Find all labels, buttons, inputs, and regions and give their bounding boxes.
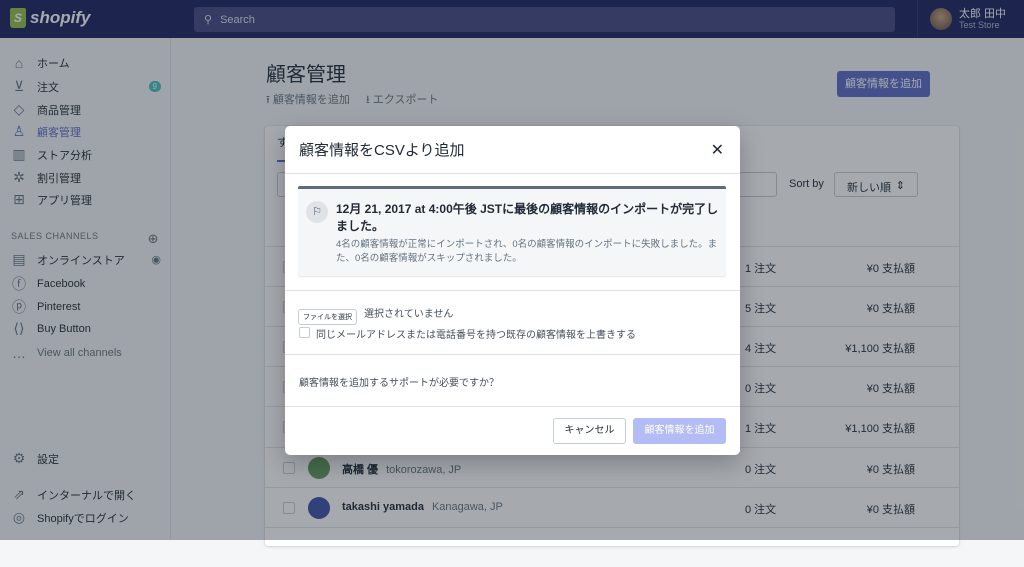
cancel-button[interactable]: キャンセル bbox=[553, 418, 626, 444]
import-status-banner: ⚐ 12月 21, 2017 at 4:00午後 JSTに最後の顧客情報のインポ… bbox=[298, 186, 726, 276]
overwrite-label[interactable]: 同じメールアドレスまたは電話番号を持つ既存の顧客情報を上書きする bbox=[316, 326, 636, 341]
close-icon[interactable]: ✕ bbox=[711, 140, 724, 160]
modal-title: 顧客情報をCSVより追加 bbox=[299, 142, 465, 159]
file-status: 選択されていません bbox=[364, 309, 454, 320]
import-csv-modal: 顧客情報をCSVより追加 ✕ ⚐ 12月 21, 2017 at 4:00午後 J… bbox=[285, 126, 740, 455]
choose-file-button[interactable]: ファイルを選択 bbox=[298, 309, 357, 325]
flag-icon: ⚐ bbox=[306, 201, 328, 223]
banner-title: 12月 21, 2017 at 4:00午後 JSTに最後の顧客情報のインポート… bbox=[336, 202, 719, 233]
submit-import-button[interactable]: 顧客情報を追加 bbox=[633, 418, 726, 444]
banner-body: 4名の顧客情報が正常にインポートされ、0名の顧客情報のインポートに失敗しました。… bbox=[336, 239, 718, 264]
overwrite-checkbox[interactable] bbox=[299, 327, 310, 338]
help-link[interactable]: 顧客情報を追加するサポートが必要ですか？ bbox=[299, 374, 499, 389]
